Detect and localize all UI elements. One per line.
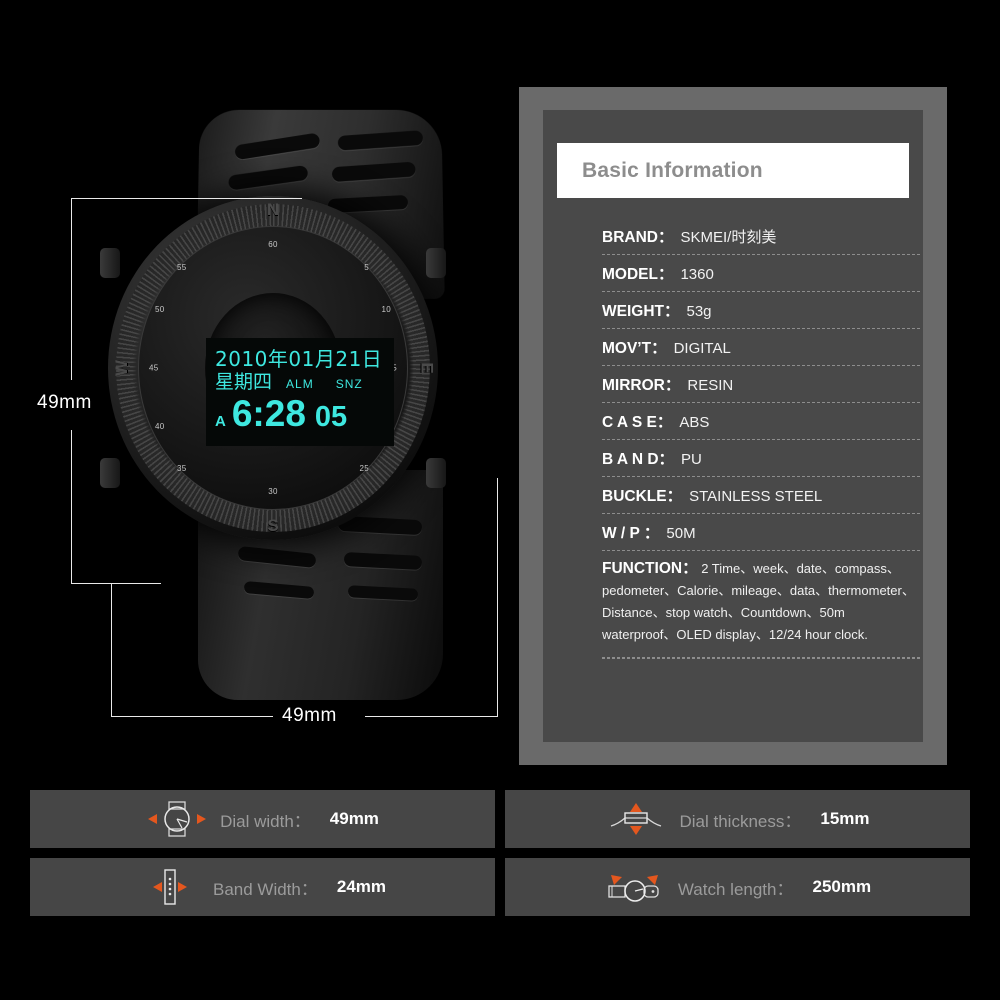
bezel-scale-40: 40 xyxy=(155,422,165,431)
bezel-scale-55: 55 xyxy=(177,263,187,272)
bezel-scale-30: 30 xyxy=(268,487,278,496)
spec-row-function: FUNCTION： 2 Time、week、date、compass、pedom… xyxy=(602,551,920,658)
spec-bar-value-dial-width: 49mm xyxy=(329,809,379,828)
spec-value-water-resistance: 50M xyxy=(666,525,696,542)
lcd-weekday: 星期四 xyxy=(215,370,273,393)
dim-vertical-line-upper xyxy=(71,198,72,380)
spec-value-case: ABS xyxy=(679,414,710,431)
basic-information-panel: Basic Information BRAND： SKMEI/时刻美 MODEL… xyxy=(543,110,923,742)
spec-row-mirror: MIRROR： RESIN xyxy=(602,366,920,403)
compass-west-marker: W xyxy=(112,359,132,377)
spec-bar-band-width: Band Width： 24mm xyxy=(30,858,495,916)
spec-bar-dial-width: Dial width： 49mm xyxy=(30,790,495,848)
compass-east-marker: E xyxy=(417,362,437,374)
spec-list-bottom-divider xyxy=(602,658,920,659)
dim-horizontal-tick-left xyxy=(111,583,112,716)
product-spec-page: 60 5 10 15 20 25 30 35 40 45 50 55 N E S xyxy=(0,0,1000,1000)
spec-row-case: C A S E： ABS xyxy=(602,403,920,440)
spec-value-band: PU xyxy=(681,451,702,468)
spec-row-water-resistance: W / P ： 50M xyxy=(602,514,920,551)
dim-width-label: 49mm xyxy=(282,705,337,726)
dim-horizontal-line-right xyxy=(365,716,498,717)
bezel-scale-35: 35 xyxy=(177,464,187,473)
specification-list: BRAND： SKMEI/时刻美 MODEL： 1360 WEIGHT： 53g… xyxy=(602,218,920,659)
dim-horizontal-tick-right xyxy=(497,478,498,716)
panel-title: Basic Information xyxy=(582,158,763,182)
spec-key-function: FUNCTION： xyxy=(602,560,698,577)
bezel-scale-25: 25 xyxy=(359,464,369,473)
lcd-time-row: A 6:28 05 xyxy=(215,392,385,436)
watch-lcd-screen: 2010年01月21日 星期四 ALM SNZ A 6:28 05 xyxy=(206,338,394,446)
spec-row-movement: MOV’T： DIGITAL xyxy=(602,329,920,366)
watch-pusher-bottom-right xyxy=(426,458,446,488)
spec-key-buckle: BUCKLE： xyxy=(602,488,683,505)
spec-value-mirror: RESIN xyxy=(687,377,734,394)
spec-bar-label-dial-width: Dial width： xyxy=(220,811,311,831)
watch-band-width-icon xyxy=(139,868,201,906)
dim-height-label: 49mm xyxy=(37,392,92,413)
dim-vertical-line-lower xyxy=(71,430,72,583)
compass-south-marker: S xyxy=(267,516,279,535)
spec-key-model: MODEL： xyxy=(602,266,674,283)
spec-key-weight: WEIGHT： xyxy=(602,303,680,320)
watch-photo-pane: 60 5 10 15 20 25 30 35 40 45 50 55 N E S xyxy=(0,0,510,770)
spec-bar-label-watch-length: Watch length： xyxy=(677,879,794,899)
spec-value-movement: DIGITAL xyxy=(673,340,731,357)
spec-row-model: MODEL： 1360 xyxy=(602,255,920,292)
spec-value-buckle: STAINLESS STEEL xyxy=(689,488,823,505)
spec-value-weight: 53g xyxy=(686,303,712,320)
spec-value-brand: SKMEI/时刻美 xyxy=(680,229,777,246)
lcd-time: 6:28 xyxy=(231,392,306,434)
bezel-scale-10: 10 xyxy=(381,305,391,314)
spec-bar-dial-thickness: Dial thickness： 15mm xyxy=(505,790,970,848)
bezel-scale-5: 5 xyxy=(364,263,369,272)
watch-product-photo: 60 5 10 15 20 25 30 35 40 45 50 55 N E S xyxy=(0,0,510,770)
lcd-seconds: 05 xyxy=(314,400,348,433)
spec-row-brand: BRAND： SKMEI/时刻美 xyxy=(602,218,920,255)
lcd-date: 2010年01月21日 xyxy=(215,346,383,371)
bezel-scale-60: 60 xyxy=(268,240,278,249)
watch-dial-width-icon xyxy=(146,800,208,838)
bezel-scale-45: 45 xyxy=(149,363,159,373)
lcd-status-row: 星期四 ALM SNZ xyxy=(215,371,385,395)
watch-pusher-top-left xyxy=(100,248,120,278)
watch-pusher-bottom-left xyxy=(100,458,120,488)
spec-row-buckle: BUCKLE： STAINLESS STEEL xyxy=(602,477,920,514)
basic-information-header: Basic Information xyxy=(557,143,909,198)
spec-key-mirror: MIRROR： xyxy=(602,377,681,394)
spec-bar-watch-length: Watch length： 250mm xyxy=(505,858,970,916)
spec-row-band: B A N D： PU xyxy=(602,440,920,477)
spec-bar-label-dial-thickness: Dial thickness： xyxy=(679,811,802,831)
spec-key-case: C A S E： xyxy=(602,414,673,431)
dim-horizontal-line-left xyxy=(111,716,273,717)
lcd-ampm-indicator: A xyxy=(215,412,226,430)
compass-north-marker: N xyxy=(266,200,280,219)
dim-tick-bottom xyxy=(71,583,161,584)
lcd-snooze-indicator: SNZ xyxy=(335,376,363,391)
spec-bar-value-watch-length: 250mm xyxy=(812,877,872,896)
watch-pusher-top-right xyxy=(426,248,446,278)
spec-row-weight: WEIGHT： 53g xyxy=(602,292,920,329)
spec-key-brand: BRAND： xyxy=(602,229,674,246)
lcd-alarm-indicator: ALM xyxy=(286,376,314,391)
dim-tick-top xyxy=(71,198,302,199)
watch-length-icon xyxy=(604,868,666,906)
spec-key-band: B A N D： xyxy=(602,451,675,468)
bezel-scale-50: 50 xyxy=(155,305,165,314)
spec-key-movement: MOV’T： xyxy=(602,340,667,357)
spec-bar-value-dial-thickness: 15mm xyxy=(820,809,870,828)
spec-bar-value-band-width: 24mm xyxy=(336,877,387,896)
watch-dial-thickness-icon xyxy=(605,800,667,838)
spec-key-water-resistance: W / P ： xyxy=(602,525,660,542)
spec-value-model: 1360 xyxy=(680,266,714,283)
basic-information-frame: Basic Information BRAND： SKMEI/时刻美 MODEL… xyxy=(519,87,947,765)
spec-bar-label-band-width: Band Width： xyxy=(212,879,318,899)
